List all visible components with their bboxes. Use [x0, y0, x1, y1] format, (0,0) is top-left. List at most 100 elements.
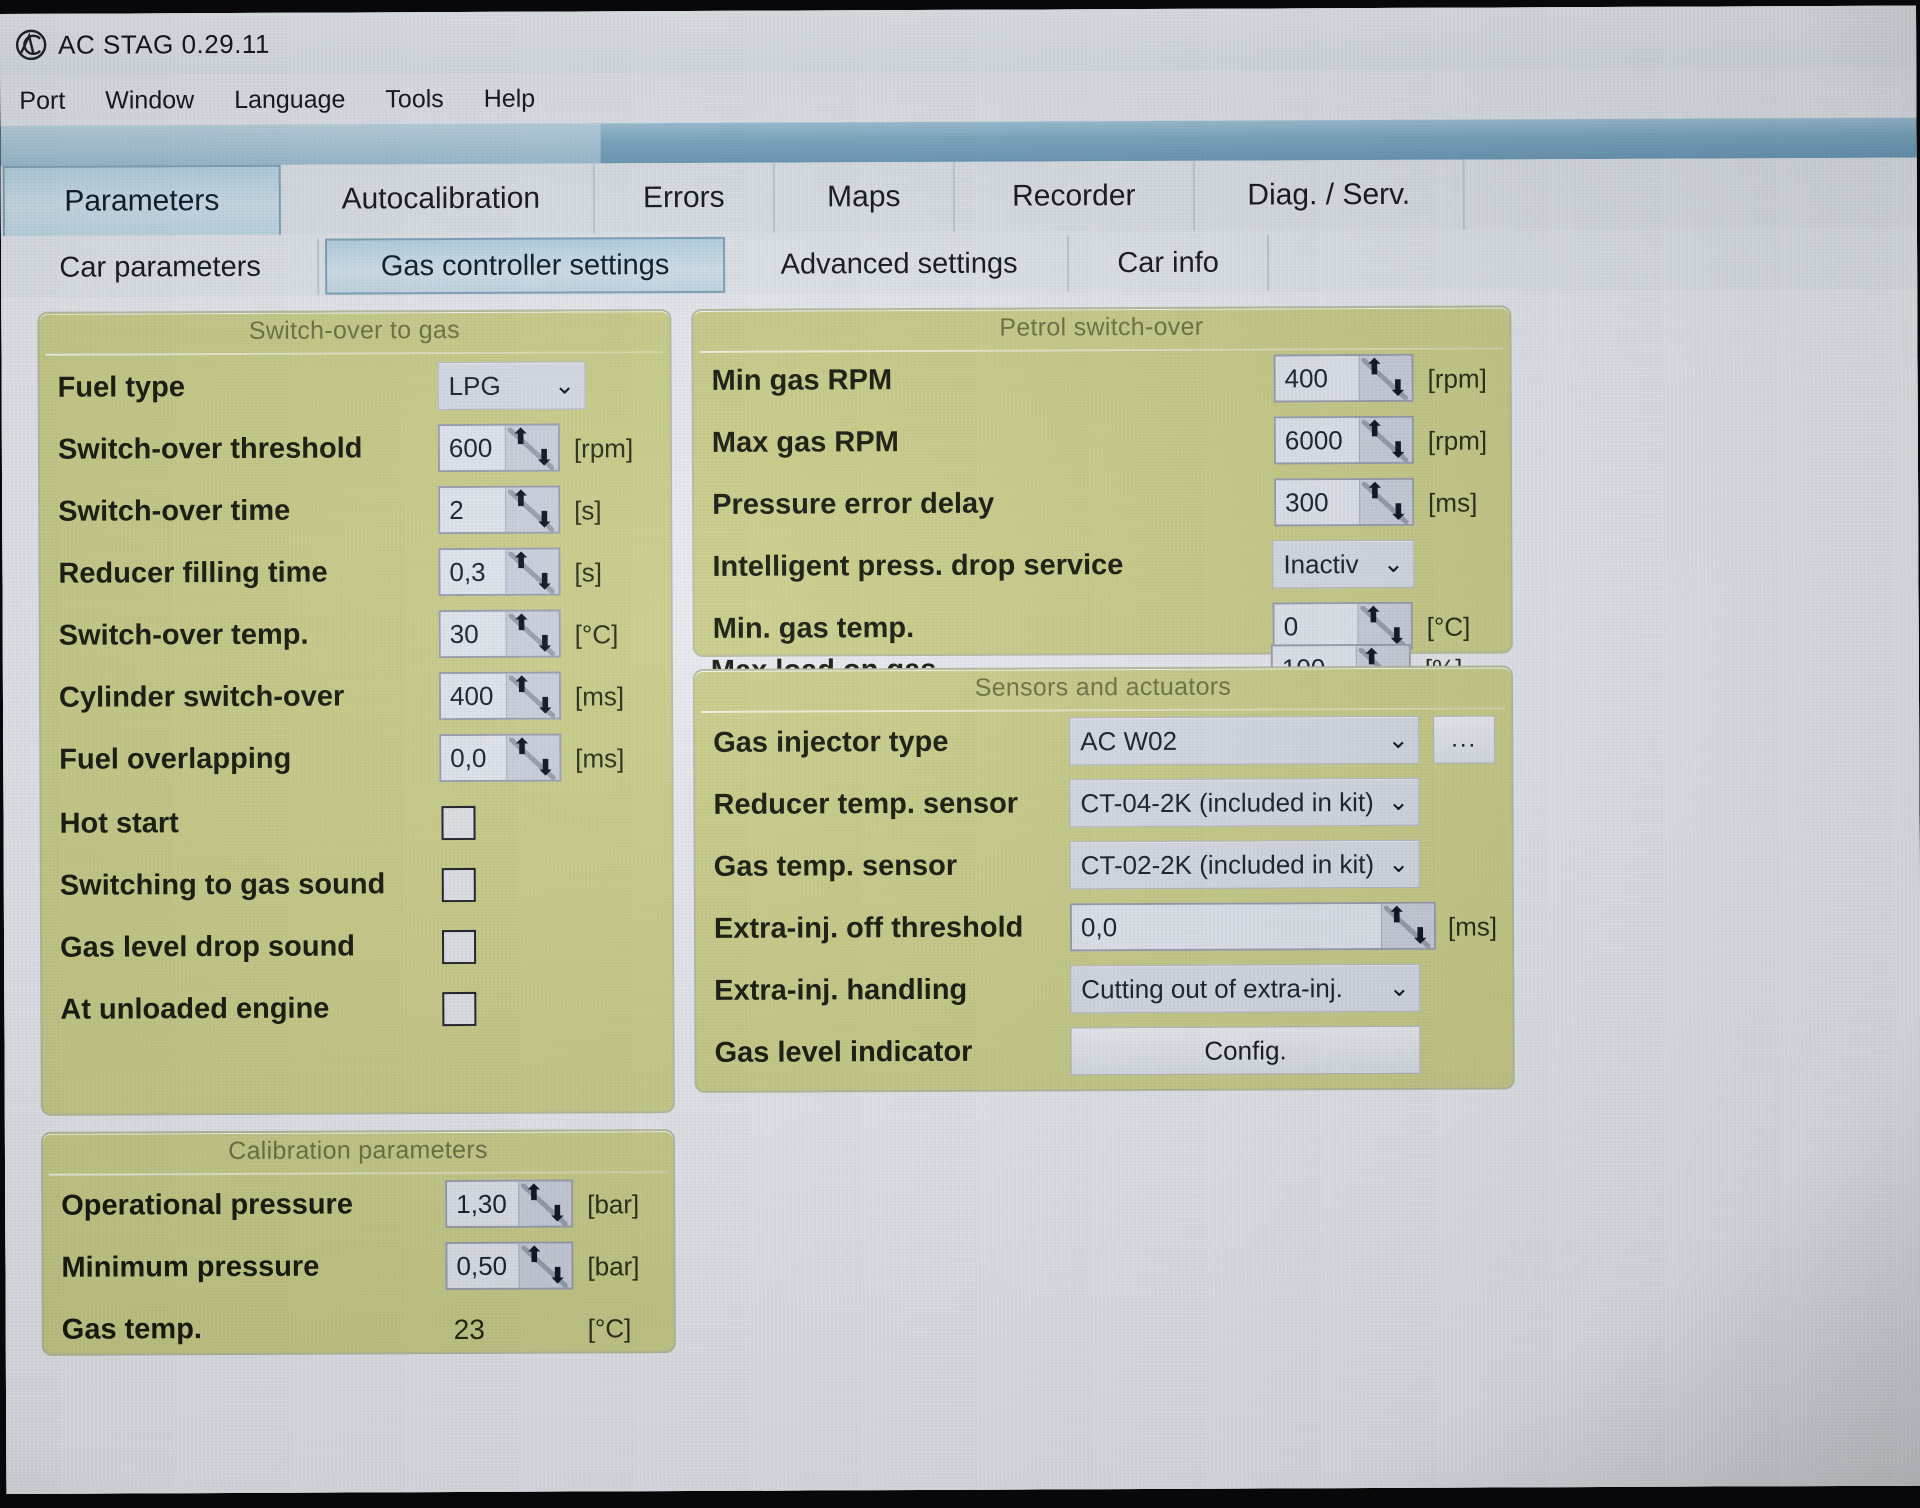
at-unloaded-engine-checkbox[interactable] [442, 991, 477, 1027]
reducer-temp-sensor-combo[interactable]: CT-04-2K (included in kit) ⌄ [1069, 777, 1420, 828]
gas-injector-type-value: AC W02 [1080, 725, 1178, 756]
spinner-up-icon[interactable]: ⬆ [513, 736, 531, 759]
spinner-up-icon[interactable]: ⬆ [1366, 480, 1384, 503]
spinner-buttons[interactable]: ⬆ ⬇ [518, 1181, 572, 1226]
spinner-down-icon[interactable]: ⬇ [536, 571, 554, 594]
operational-pressure-value: 1,30 [447, 1181, 519, 1227]
row-gas-temp-sensor: Gas temp. sensor CT-02-2K (included in k… [696, 833, 1512, 899]
label-gas-temp-sensor: Gas temp. sensor [713, 849, 958, 883]
cylinder-switch-over-value: 400 [440, 673, 507, 719]
group-title-switch-over-to-gas: Switch-over to gas [248, 315, 460, 345]
menu-item-tools[interactable]: Tools [382, 83, 447, 116]
gas-temp-sensor-combo[interactable]: CT-02-2K (included in kit) ⌄ [1069, 839, 1420, 890]
spinner-down-icon[interactable]: ⬇ [537, 757, 555, 780]
tab-maps[interactable]: Maps [774, 161, 955, 233]
gas-temp-sensor-value: CT-02-2K (included in kit) [1080, 848, 1375, 880]
spinner-buttons[interactable]: ⬆ ⬇ [505, 549, 559, 594]
label-switch-over-threshold: Switch-over threshold [57, 432, 363, 466]
extra-inj-off-threshold-spinner[interactable]: 0,0 ⬆ ⬇ [1069, 901, 1437, 952]
unit-min-gas-rpm: [rpm] [1427, 363, 1487, 394]
intelligent-press-drop-service-value: Inactiv [1283, 548, 1359, 579]
spinner-up-icon[interactable]: ⬆ [525, 1182, 543, 1205]
switch-over-threshold-spinner[interactable]: 600 ⬆ ⬇ [437, 423, 561, 473]
operational-pressure-spinner[interactable]: 1,30 ⬆ ⬇ [445, 1179, 574, 1229]
spinner-buttons[interactable]: ⬆ ⬇ [504, 425, 558, 470]
gas-injector-type-combo[interactable]: AC W02 ⌄ [1069, 715, 1420, 766]
subtab-car-info[interactable]: Car info [1068, 234, 1270, 292]
spinner-buttons[interactable]: ⬆ ⬇ [505, 673, 560, 718]
spinner-up-icon[interactable]: ⬆ [513, 612, 531, 635]
row-fuel-type: Fuel type LPG ⌄ [40, 355, 670, 420]
row-gas-injector-type: Gas injector type AC W02 ⌄ ... [695, 709, 1511, 775]
spinner-buttons[interactable]: ⬆ ⬇ [506, 735, 560, 780]
spinner-down-icon[interactable]: ⬇ [536, 633, 554, 656]
extra-inj-handling-combo[interactable]: Cutting out of extra-inj. ⌄ [1070, 963, 1421, 1014]
tab-autocalibration[interactable]: Autocalibration [288, 163, 595, 235]
max-gas-rpm-value: 6000 [1275, 418, 1359, 463]
spinner-up-icon[interactable]: ⬆ [1388, 904, 1406, 927]
label-extra-inj-off-threshold: Extra-inj. off threshold [713, 911, 1024, 945]
photo-of-screen: AC STAG 0.29.11 Port Window Language Too… [0, 0, 1920, 1508]
tab-diag-serv[interactable]: Diag. / Serv. [1194, 159, 1465, 231]
spinner-buttons[interactable]: ⬆ ⬇ [505, 611, 559, 656]
label-gas-level-indicator: Gas level indicator [714, 1035, 973, 1069]
fuel-overlapping-spinner[interactable]: 0,0 ⬆ ⬇ [439, 733, 562, 783]
tab-parameters[interactable]: Parameters [2, 164, 281, 236]
subtab-gas-controller-settings[interactable]: Gas controller settings [324, 236, 726, 295]
spinner-buttons[interactable]: ⬆ ⬇ [1359, 479, 1413, 525]
spinner-down-icon[interactable]: ⬇ [549, 1265, 567, 1288]
spinner-down-icon[interactable]: ⬇ [536, 509, 554, 532]
label-gas-injector-type: Gas injector type [713, 725, 949, 759]
gas-level-indicator-config-button[interactable]: Config. [1070, 1025, 1421, 1076]
spinner-up-icon[interactable]: ⬆ [512, 426, 530, 449]
spinner-up-icon[interactable]: ⬆ [1363, 646, 1381, 669]
ac-logo-icon [15, 29, 47, 61]
menu-item-language[interactable]: Language [231, 83, 348, 117]
cylinder-switch-over-spinner[interactable]: 400 ⬆ ⬇ [438, 671, 562, 721]
spinner-buttons[interactable]: ⬆ ⬇ [1380, 903, 1435, 948]
tab-errors[interactable]: Errors [594, 162, 775, 234]
spinner-buttons[interactable]: ⬆ ⬇ [1358, 355, 1412, 401]
menu-item-window[interactable]: Window [102, 84, 197, 117]
menu-item-help[interactable]: Help [481, 82, 539, 115]
max-gas-rpm-spinner[interactable]: 6000 ⬆ ⬇ [1273, 415, 1414, 465]
pressure-error-delay-spinner[interactable]: 300 ⬆ ⬇ [1274, 477, 1415, 527]
reducer-filling-time-spinner[interactable]: 0,3 ⬆ ⬇ [438, 547, 561, 597]
label-switching-to-gas-sound: Switching to gas sound [59, 868, 386, 902]
spinner-down-icon[interactable]: ⬇ [536, 695, 554, 718]
gas-injector-type-more-button[interactable]: ... [1433, 715, 1496, 764]
spinner-up-icon[interactable]: ⬆ [513, 674, 531, 697]
subtab-car-parameters[interactable]: Car parameters [2, 238, 320, 296]
spinner-down-icon[interactable]: ⬇ [535, 447, 553, 470]
spinner-down-icon[interactable]: ⬇ [1389, 439, 1407, 462]
menu-item-port[interactable]: Port [16, 84, 68, 117]
switching-to-gas-sound-checkbox[interactable] [441, 867, 476, 903]
minimum-pressure-spinner[interactable]: 0,50 ⬆ ⬇ [445, 1241, 574, 1291]
chevron-down-icon: ⌄ [1388, 973, 1410, 1002]
group-petrol-switch-over-overflow: Max load on gas 100 ⬆ ⬇ [%] [692, 579, 1512, 693]
spinner-up-icon[interactable]: ⬆ [1366, 418, 1384, 441]
spinner-down-icon[interactable]: ⬇ [549, 1203, 567, 1226]
spinner-buttons[interactable]: ⬆ ⬇ [518, 1243, 572, 1288]
spinner-down-icon[interactable]: ⬇ [1411, 925, 1429, 948]
unit-cylinder-switch-over: [ms] [574, 681, 625, 712]
spinner-down-icon[interactable]: ⬇ [1389, 377, 1407, 400]
switch-over-time-spinner[interactable]: 2 ⬆ ⬇ [438, 485, 561, 535]
spinner-down-icon[interactable]: ⬇ [1390, 501, 1408, 524]
spinner-buttons[interactable]: ⬆ ⬇ [1358, 417, 1412, 463]
tab-recorder[interactable]: Recorder [954, 160, 1195, 232]
fuel-type-combo[interactable]: LPG ⌄ [437, 361, 586, 411]
subtab-advanced-settings[interactable]: Advanced settings [730, 235, 1070, 293]
spinner-up-icon[interactable]: ⬆ [525, 1244, 543, 1267]
label-max-gas-rpm: Max gas RPM [711, 426, 899, 459]
label-gas-level-drop-sound: Gas level drop sound [60, 930, 356, 964]
min-gas-rpm-spinner[interactable]: 400 ⬆ ⬇ [1273, 353, 1414, 403]
gas-level-drop-sound-checkbox[interactable] [442, 929, 477, 965]
spinner-up-icon[interactable]: ⬆ [1366, 356, 1384, 379]
spinner-buttons[interactable]: ⬆ ⬇ [505, 487, 559, 532]
switch-over-temp-spinner[interactable]: 30 ⬆ ⬇ [438, 609, 561, 659]
spinner-up-icon[interactable]: ⬆ [512, 488, 530, 511]
hot-start-checkbox[interactable] [441, 805, 476, 841]
spinner-up-icon[interactable]: ⬆ [512, 550, 530, 573]
unit-gas-temp: [°C] [587, 1313, 632, 1344]
